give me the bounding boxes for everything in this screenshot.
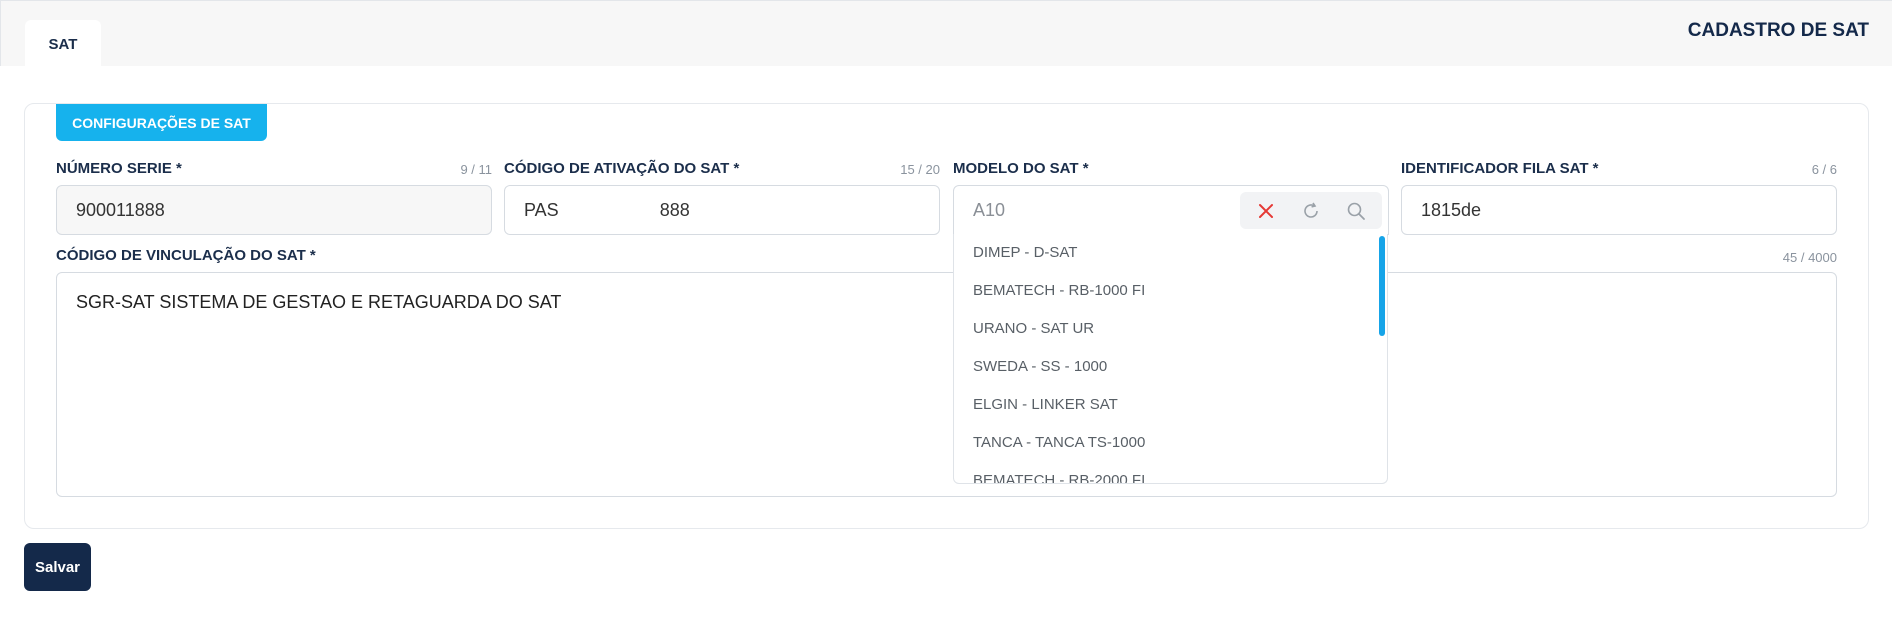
identificador-fila-label: IDENTIFICADOR FILA SAT * bbox=[1401, 160, 1599, 177]
dropdown-option[interactable]: BEMATECH - RB-2000 FI bbox=[954, 462, 1387, 483]
page-title: CADASTRO DE SAT bbox=[1687, 20, 1869, 41]
search-icon[interactable] bbox=[1344, 199, 1368, 223]
numero-serie-label: NÚMERO SERIE * bbox=[56, 160, 182, 177]
top-bar: SAT CADASTRO DE SAT bbox=[0, 0, 1892, 68]
section-title-badge: CONFIGURAÇÕES DE SAT bbox=[56, 104, 267, 141]
modelo-sat-select[interactable]: A10 bbox=[953, 185, 1389, 235]
save-button[interactable]: Salvar bbox=[24, 543, 91, 591]
identificador-fila-counter: 6 / 6 bbox=[1811, 162, 1837, 177]
dropdown-list: DIMEP - D-SAT BEMATECH - RB-1000 FI URAN… bbox=[954, 234, 1387, 483]
numero-serie-value: 900011888 bbox=[76, 199, 165, 220]
codigo-vinculacao-label: CÓDIGO DE VINCULAÇÃO DO SAT * bbox=[56, 247, 316, 264]
numero-serie-counter: 9 / 11 bbox=[460, 162, 492, 177]
codigo-ativacao-value-end: 888 bbox=[659, 199, 690, 220]
modelo-sat-placeholder: A10 bbox=[973, 199, 1006, 220]
modelo-sat-actions bbox=[1240, 192, 1382, 229]
dropdown-option[interactable]: URANO - SAT UR bbox=[954, 310, 1387, 348]
identificador-fila-field[interactable]: 1815de bbox=[1401, 185, 1837, 235]
codigo-ativacao-label: CÓDIGO DE ATIVAÇÃO DO SAT * bbox=[504, 160, 740, 177]
modelo-sat-label: MODELO DO SAT * bbox=[953, 160, 1089, 177]
close-icon[interactable] bbox=[1254, 199, 1278, 223]
codigo-ativacao-value-start: PAS bbox=[524, 199, 559, 220]
refresh-icon[interactable] bbox=[1299, 199, 1323, 223]
codigo-vinculacao-counter: 45 / 4000 bbox=[1782, 250, 1837, 265]
codigo-ativacao-field[interactable]: PAS 888 bbox=[504, 185, 940, 235]
dropdown-scrollbar[interactable] bbox=[1379, 236, 1385, 336]
dropdown-option[interactable]: DIMEP - D-SAT bbox=[954, 234, 1387, 272]
numero-serie-field[interactable]: 900011888 bbox=[56, 185, 492, 235]
identificador-fila-value: 1815de bbox=[1421, 199, 1482, 220]
codigo-vinculacao-textarea[interactable]: SGR-SAT SISTEMA DE GESTAO E RETAGUARDA D… bbox=[56, 272, 1837, 497]
dropdown-option[interactable]: BEMATECH - RB-1000 FI bbox=[954, 272, 1387, 310]
dropdown-option[interactable]: TANCA - TANCA TS-1000 bbox=[954, 424, 1387, 462]
dropdown-option[interactable]: ELGIN - LINKER SAT bbox=[954, 386, 1387, 424]
codigo-ativacao-counter: 15 / 20 bbox=[900, 162, 940, 177]
tab-sat[interactable]: SAT bbox=[25, 20, 101, 68]
dropdown-option[interactable]: SWEDA - SS - 1000 bbox=[954, 348, 1387, 386]
modelo-sat-dropdown: DIMEP - D-SAT BEMATECH - RB-1000 FI URAN… bbox=[953, 234, 1388, 484]
